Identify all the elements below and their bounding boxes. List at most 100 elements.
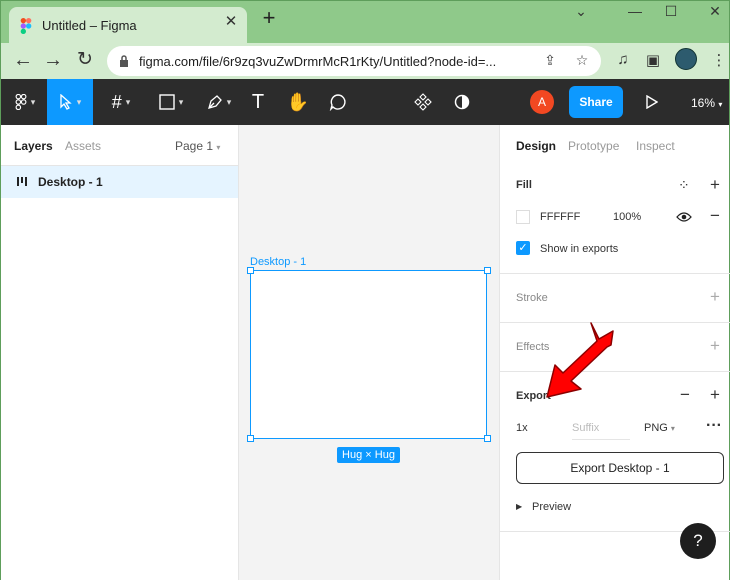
layer-label: Desktop - 1 [38, 175, 103, 189]
minimize-button[interactable]: — [621, 3, 649, 23]
browser-tab[interactable]: Untitled – Figma ✕ [9, 7, 247, 43]
style-grid-icon[interactable]: ⁘ [678, 177, 690, 194]
fill-color-swatch[interactable] [516, 210, 530, 224]
layer-row[interactable]: Desktop - 1 [1, 166, 238, 198]
pen-icon [207, 95, 222, 109]
figma-logo-icon [15, 94, 27, 110]
chevron-down-icon: ▾ [125, 96, 131, 107]
fill-opacity-value[interactable]: 100% [613, 211, 641, 223]
divider [572, 439, 630, 440]
remove-export-button[interactable]: − [678, 386, 692, 403]
browser-toolbar: ← → ↻ figma.com/file/6r9zq3vuZwDrmrMcR1r… [1, 43, 729, 79]
export-button[interactable]: Export Desktop - 1 [516, 452, 724, 484]
present-button[interactable] [641, 79, 663, 125]
tab-strip: Untitled – Figma ✕ + ⌄ — ☐ ✕ [1, 1, 729, 43]
move-tool-button[interactable]: ▾ [47, 79, 93, 125]
cursor-icon [60, 94, 72, 110]
canvas[interactable]: Desktop - 1 Hug × Hug [239, 125, 499, 580]
chevron-down-icon: ▾ [76, 96, 82, 107]
stroke-section-title: Stroke [516, 292, 548, 304]
layers-panel: Layers Assets Page 1 ▾ Desktop - 1 [1, 125, 239, 580]
frame-autolayout-icon [17, 177, 27, 186]
user-avatar[interactable]: A [530, 90, 554, 114]
resize-handle[interactable] [484, 267, 491, 274]
export-scale[interactable]: 1x [516, 422, 528, 434]
maximize-button[interactable]: ☐ [657, 3, 685, 23]
zoom-level: 16% [691, 96, 716, 110]
resize-handle[interactable] [247, 267, 254, 274]
address-bar[interactable]: figma.com/file/6r9zq3vuZwDrmrMcR1rKty/Un… [107, 46, 601, 76]
pen-tool-button[interactable]: ▾ [199, 79, 239, 125]
add-effect-button[interactable]: + [708, 337, 722, 354]
comment-tool-button[interactable] [325, 79, 351, 125]
frame-label[interactable]: Desktop - 1 [250, 256, 306, 268]
text-icon: T [251, 90, 265, 113]
help-button[interactable]: ? [680, 523, 716, 559]
rectangle-icon [159, 94, 175, 110]
export-suffix-input[interactable]: Suffix [572, 422, 599, 434]
more-menu-icon[interactable]: ⋮ [709, 51, 729, 71]
chevron-down-icon: ▾ [226, 96, 232, 107]
zoom-dropdown[interactable]: 16% ▾ [691, 96, 722, 110]
reload-button[interactable]: ↻ [73, 49, 97, 73]
preview-toggle[interactable]: Preview [532, 501, 571, 513]
add-export-button[interactable]: + [708, 386, 722, 403]
eye-icon[interactable] [676, 211, 692, 223]
text-tool-button[interactable]: T [245, 79, 271, 125]
export-format-select[interactable]: PNG ▾ [644, 422, 675, 434]
new-tab-button[interactable]: + [259, 7, 279, 29]
side-panel-icon[interactable]: ▣ [643, 51, 663, 71]
half-circle-icon [454, 94, 470, 110]
tab-inspect[interactable]: Inspect [636, 139, 675, 153]
url-text[interactable]: figma.com/file/6r9zq3vuZwDrmrMcR1rKty/Un… [139, 54, 539, 69]
hand-icon: ✋ [286, 91, 310, 112]
frame-tool-button[interactable]: # ▾ [101, 79, 141, 125]
divider [500, 273, 730, 274]
resize-handle[interactable] [247, 435, 254, 442]
chevron-down-icon[interactable]: ⌄ [567, 3, 595, 23]
chevron-down-icon: ▾ [670, 424, 675, 433]
annotation-arrow-icon [546, 322, 614, 398]
forward-button[interactable]: → [41, 49, 65, 73]
components-button[interactable] [411, 79, 435, 125]
tab-prototype[interactable]: Prototype [568, 139, 619, 153]
chevron-down-icon: ▾ [718, 100, 723, 109]
hand-tool-button[interactable]: ✋ [285, 79, 311, 125]
add-stroke-button[interactable]: + [708, 288, 722, 305]
export-format-value: PNG [644, 422, 668, 434]
shape-tool-button[interactable]: ▾ [149, 79, 193, 125]
show-in-exports-checkbox[interactable]: ✓ [516, 241, 530, 255]
show-in-exports-label: Show in exports [540, 243, 619, 255]
tab-assets[interactable]: Assets [65, 139, 101, 153]
components-icon [414, 93, 432, 111]
selected-frame[interactable] [250, 270, 487, 439]
tab-layers[interactable]: Layers [14, 139, 53, 153]
profile-avatar[interactable] [675, 48, 697, 70]
tab-close-icon[interactable]: ✕ [223, 14, 239, 30]
contrast-toggle-button[interactable] [451, 79, 473, 125]
fill-hex-value[interactable]: FFFFFF [540, 211, 580, 223]
caret-right-icon[interactable]: ▶ [516, 502, 522, 511]
media-control-icon[interactable]: ♫ [613, 51, 633, 71]
resize-handle[interactable] [484, 435, 491, 442]
tab-design[interactable]: Design [516, 139, 556, 153]
back-button[interactable]: ← [11, 49, 35, 73]
share-page-icon[interactable]: ⇪ [541, 52, 559, 70]
tab-title: Untitled – Figma [42, 18, 137, 33]
bookmark-star-icon[interactable]: ☆ [573, 52, 591, 70]
main-menu-button[interactable]: ▾ [5, 79, 45, 125]
share-button[interactable]: Share [569, 86, 623, 118]
hug-size-badge[interactable]: Hug × Hug [337, 447, 400, 463]
close-window-button[interactable]: ✕ [701, 3, 729, 23]
add-fill-button[interactable]: + [708, 176, 722, 193]
chevron-down-icon: ▾ [30, 96, 36, 107]
fill-section-title: Fill [516, 179, 532, 191]
chevron-down-icon: ▾ [216, 143, 221, 152]
figma-favicon-icon [20, 18, 32, 34]
remove-fill-button[interactable]: − [708, 207, 722, 224]
play-icon [646, 95, 658, 109]
page-selector[interactable]: Page 1 ▾ [175, 139, 220, 153]
chevron-down-icon: ▾ [178, 96, 184, 107]
more-options-icon[interactable]: ··· [706, 417, 722, 435]
frame-hash-icon: # [111, 91, 122, 112]
